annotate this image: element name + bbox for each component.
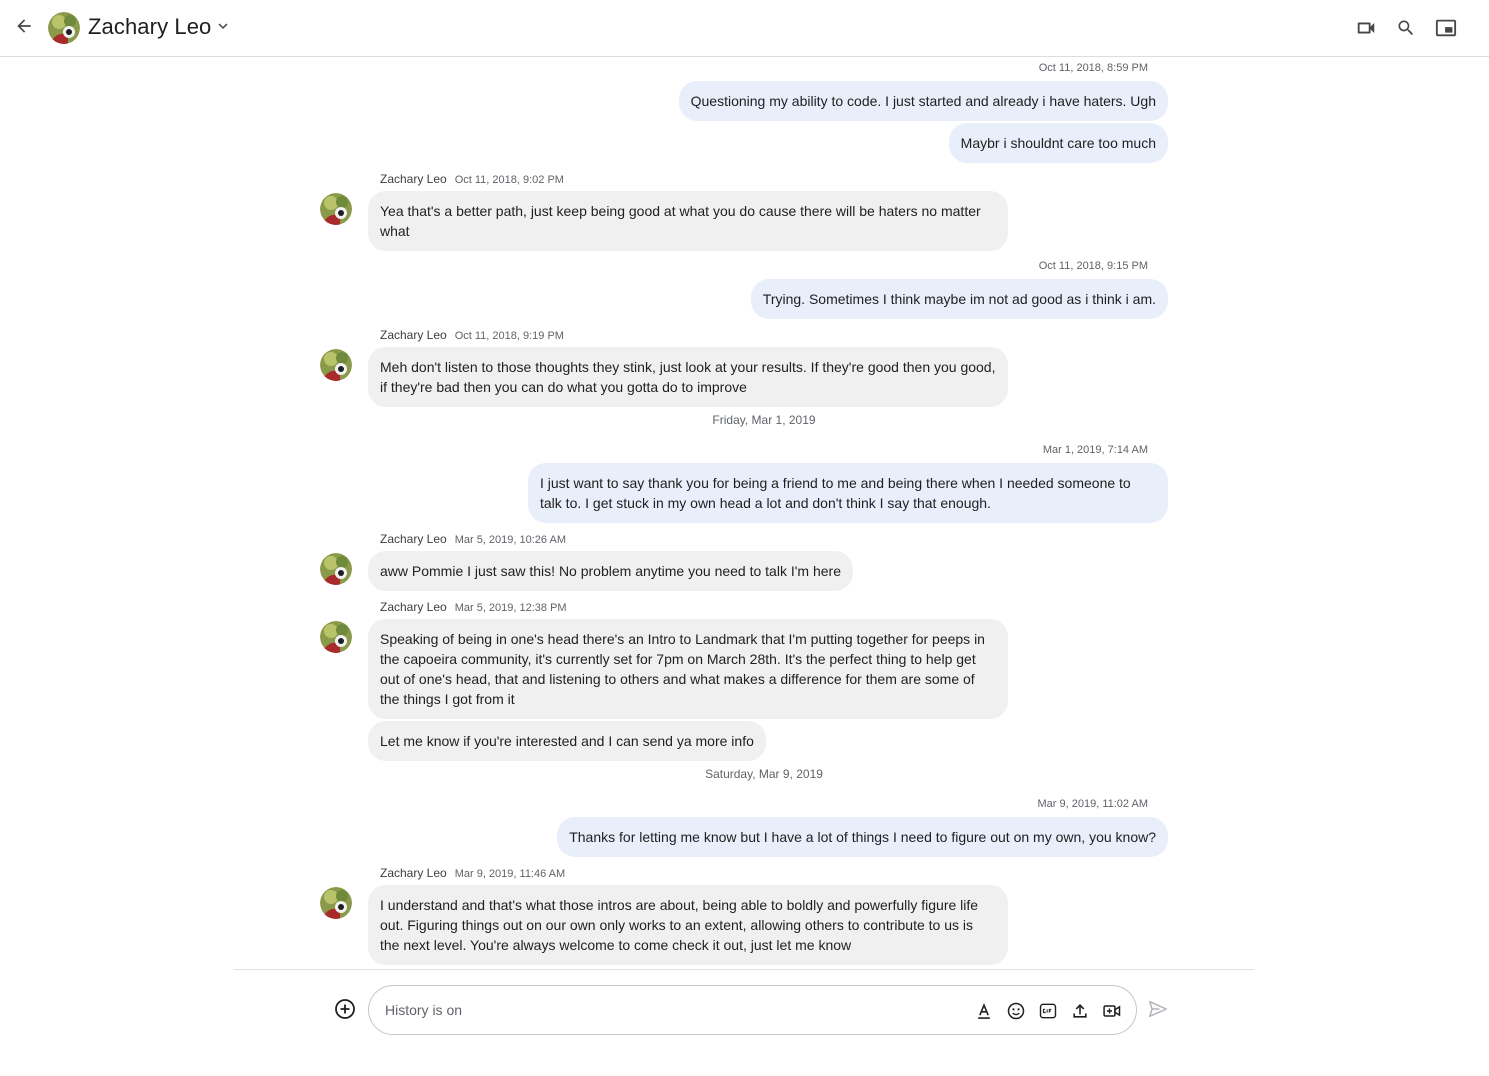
sender-line: Zachary Leo Oct 11, 2018, 9:19 PM (380, 328, 564, 342)
message-thread[interactable]: Oct 11, 2018, 8:59 PM Questioning my abi… (0, 57, 1489, 969)
incoming-message[interactable]: aww Pommie I just saw this! No problem a… (368, 551, 853, 591)
date-separator: Saturday, Mar 9, 2019 (705, 767, 823, 781)
contact-avatar[interactable] (48, 12, 80, 44)
upload-icon[interactable] (1068, 999, 1092, 1023)
sender-line: Zachary Leo Oct 11, 2018, 9:02 PM (380, 172, 564, 186)
sender-line: Zachary Leo Mar 9, 2019, 11:46 AM (380, 866, 565, 880)
incoming-message[interactable]: Let me know if you're interested and I c… (368, 721, 766, 761)
chat-header: Zachary Leo (0, 0, 1489, 57)
sender-line: Zachary Leo Mar 5, 2019, 12:38 PM (380, 600, 567, 614)
video-call-icon[interactable] (1353, 15, 1379, 41)
outgoing-message[interactable]: I just want to say thank you for being a… (528, 463, 1168, 523)
outgoing-message[interactable]: Thanks for letting me know but I have a … (557, 817, 1168, 857)
add-attachment-button[interactable] (332, 998, 358, 1024)
contact-name[interactable]: Zachary Leo (88, 13, 211, 41)
sender-name: Zachary Leo (380, 532, 447, 546)
send-button[interactable] (1145, 998, 1171, 1024)
incoming-message[interactable]: I understand and that's what those intro… (368, 885, 1008, 965)
gif-icon[interactable] (1036, 999, 1060, 1023)
picture-in-picture-icon[interactable] (1433, 15, 1459, 41)
outgoing-message[interactable]: Questioning my ability to code. I just s… (678, 81, 1168, 121)
sender-name: Zachary Leo (380, 172, 447, 186)
sender-avatar[interactable] (320, 887, 352, 919)
message-timestamp: Mar 9, 2019, 11:02 AM (1037, 798, 1148, 810)
message-timestamp: Mar 1, 2019, 7:14 AM (1042, 444, 1148, 456)
message-timestamp: Mar 9, 2019, 11:46 AM (454, 868, 566, 880)
sender-line: Zachary Leo Mar 5, 2019, 10:26 AM (380, 532, 566, 546)
sender-name: Zachary Leo (380, 866, 447, 880)
chevron-down-icon[interactable] (214, 17, 232, 35)
incoming-message[interactable]: Speaking of being in one's head there's … (368, 619, 1008, 719)
sender-avatar[interactable] (320, 193, 352, 225)
message-timestamp: Oct 11, 2018, 9:02 PM (454, 174, 564, 186)
incoming-message[interactable]: Meh don't listen to those thoughts they … (368, 347, 1008, 407)
outgoing-message[interactable]: Maybr i shouldnt care too much (948, 123, 1168, 163)
message-timestamp: Oct 11, 2018, 8:59 PM (1038, 62, 1148, 74)
incoming-message[interactable]: Yea that's a better path, just keep bein… (368, 191, 1008, 251)
sender-avatar[interactable] (320, 621, 352, 653)
emoji-icon[interactable] (1004, 999, 1028, 1023)
message-timestamp: Oct 11, 2018, 9:15 PM (1038, 260, 1148, 272)
message-timestamp: Mar 5, 2019, 12:38 PM (454, 602, 567, 614)
date-separator: Friday, Mar 1, 2019 (712, 413, 816, 427)
text-format-icon[interactable] (972, 999, 996, 1023)
message-timestamp: Mar 5, 2019, 10:26 AM (454, 534, 566, 546)
sender-avatar[interactable] (320, 553, 352, 585)
outgoing-message[interactable]: Trying. Sometimes I think maybe im not a… (750, 279, 1168, 319)
send-icon (1147, 998, 1169, 1025)
video-meeting-icon[interactable] (1100, 999, 1124, 1023)
back-button[interactable] (10, 14, 38, 42)
message-timestamp: Oct 11, 2018, 9:19 PM (454, 330, 564, 342)
message-composer[interactable] (368, 985, 1137, 1035)
message-input[interactable] (385, 1000, 945, 1020)
composer-divider (234, 969, 1254, 970)
back-arrow-icon (14, 16, 34, 41)
sender-name: Zachary Leo (380, 600, 447, 614)
add-circle-icon (333, 997, 357, 1026)
search-icon[interactable] (1393, 15, 1419, 41)
sender-avatar[interactable] (320, 349, 352, 381)
sender-name: Zachary Leo (380, 328, 447, 342)
